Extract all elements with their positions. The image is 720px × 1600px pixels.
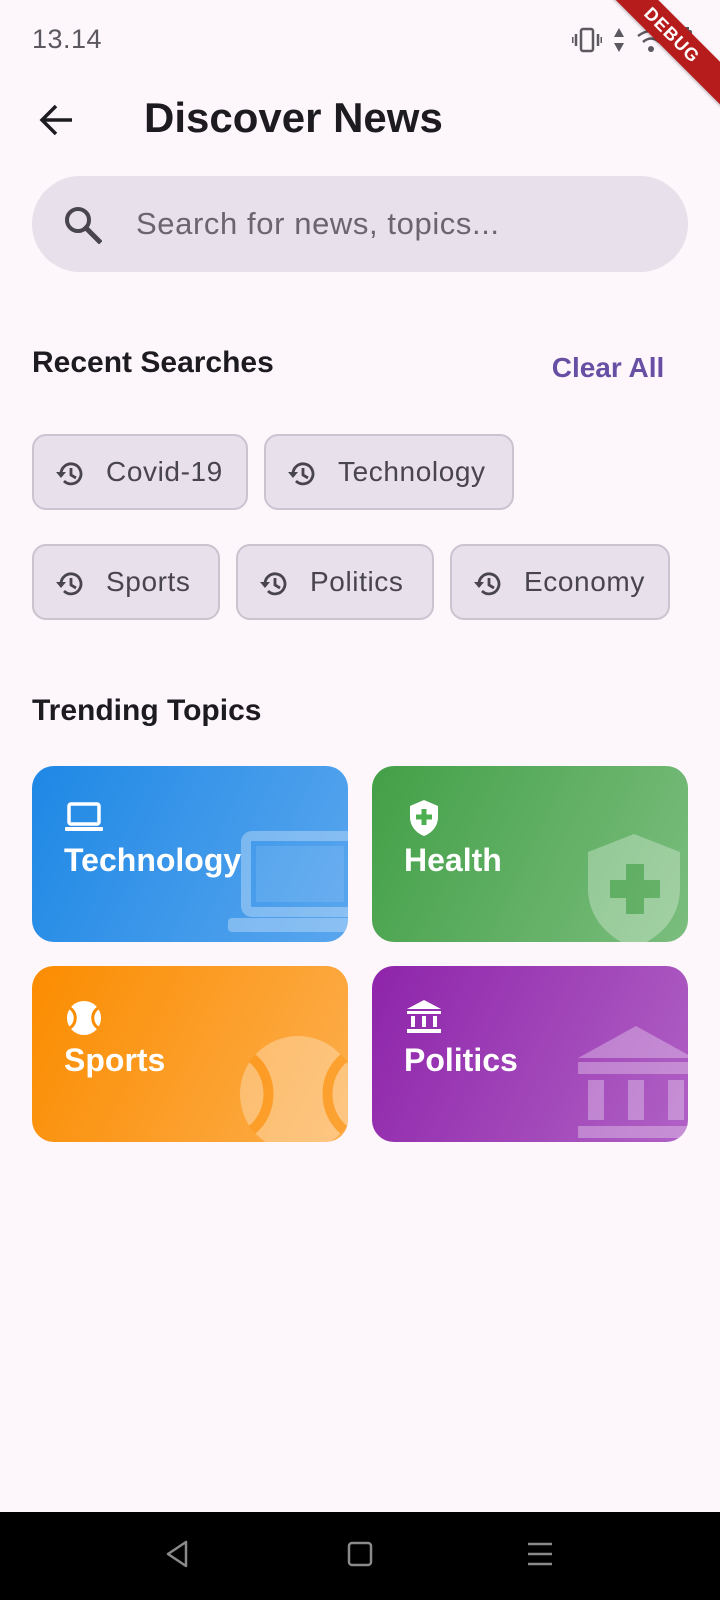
chip-label: Technology	[338, 456, 486, 487]
chip-label: Economy	[524, 566, 645, 597]
government-building-icon	[404, 998, 444, 1038]
recent-search-chip[interactable]: Technology	[264, 434, 514, 510]
app-bar: Discover News	[0, 82, 720, 182]
laptop-icon	[64, 798, 104, 838]
page-title: Discover News	[144, 94, 443, 141]
topic-label: Politics	[404, 1042, 518, 1078]
back-button[interactable]	[24, 90, 88, 154]
topic-card-technology[interactable]: Technology	[32, 766, 348, 942]
nav-recents-button[interactable]	[516, 1532, 564, 1580]
government-building-icon	[578, 1024, 688, 1142]
topic-label: Sports	[64, 1042, 166, 1078]
nav-home-button[interactable]	[336, 1532, 384, 1580]
chip-label: Covid-19	[106, 456, 223, 487]
history-icon	[258, 568, 290, 600]
recent-searches-title: Recent Searches	[32, 346, 274, 379]
recent-search-chip[interactable]: Sports	[32, 544, 220, 620]
history-icon	[472, 568, 504, 600]
recent-search-chip[interactable]: Covid-19	[32, 434, 248, 510]
nav-back-button[interactable]	[154, 1532, 202, 1580]
history-icon	[54, 458, 86, 490]
system-navigation-bar	[0, 1512, 720, 1600]
trending-topics-title: Trending Topics	[32, 694, 262, 727]
sports-ball-icon	[64, 998, 104, 1038]
data-arrows-icon	[612, 26, 626, 54]
topic-card-sports[interactable]: Sports	[32, 966, 348, 1142]
status-time: 13.14	[32, 24, 103, 54]
nav-back-icon	[162, 1538, 194, 1575]
health-shield-icon	[404, 798, 444, 838]
recent-search-chip[interactable]: Economy	[450, 544, 670, 620]
history-icon	[54, 568, 86, 600]
search-icon	[58, 200, 106, 248]
topic-label: Technology	[64, 842, 242, 878]
laptop-icon	[228, 830, 348, 942]
nav-menu-icon	[524, 1538, 556, 1575]
status-bar: 13.14	[0, 0, 720, 82]
recent-search-chip[interactable]: Politics	[236, 544, 434, 620]
chip-label: Politics	[310, 566, 404, 597]
topic-label: Health	[404, 842, 502, 878]
search-input[interactable]	[136, 176, 666, 272]
history-icon	[286, 458, 318, 490]
chip-label: Sports	[106, 566, 191, 597]
topic-card-politics[interactable]: Politics	[372, 966, 688, 1142]
sports-ball-icon	[238, 1034, 348, 1142]
arrow-back-icon	[38, 102, 74, 143]
topic-card-health[interactable]: Health	[372, 766, 688, 942]
vibrate-icon	[572, 26, 602, 54]
health-shield-icon	[584, 832, 684, 942]
clear-all-button[interactable]: Clear All	[528, 340, 688, 396]
search-bar[interactable]	[32, 176, 688, 272]
nav-home-icon	[344, 1538, 376, 1575]
